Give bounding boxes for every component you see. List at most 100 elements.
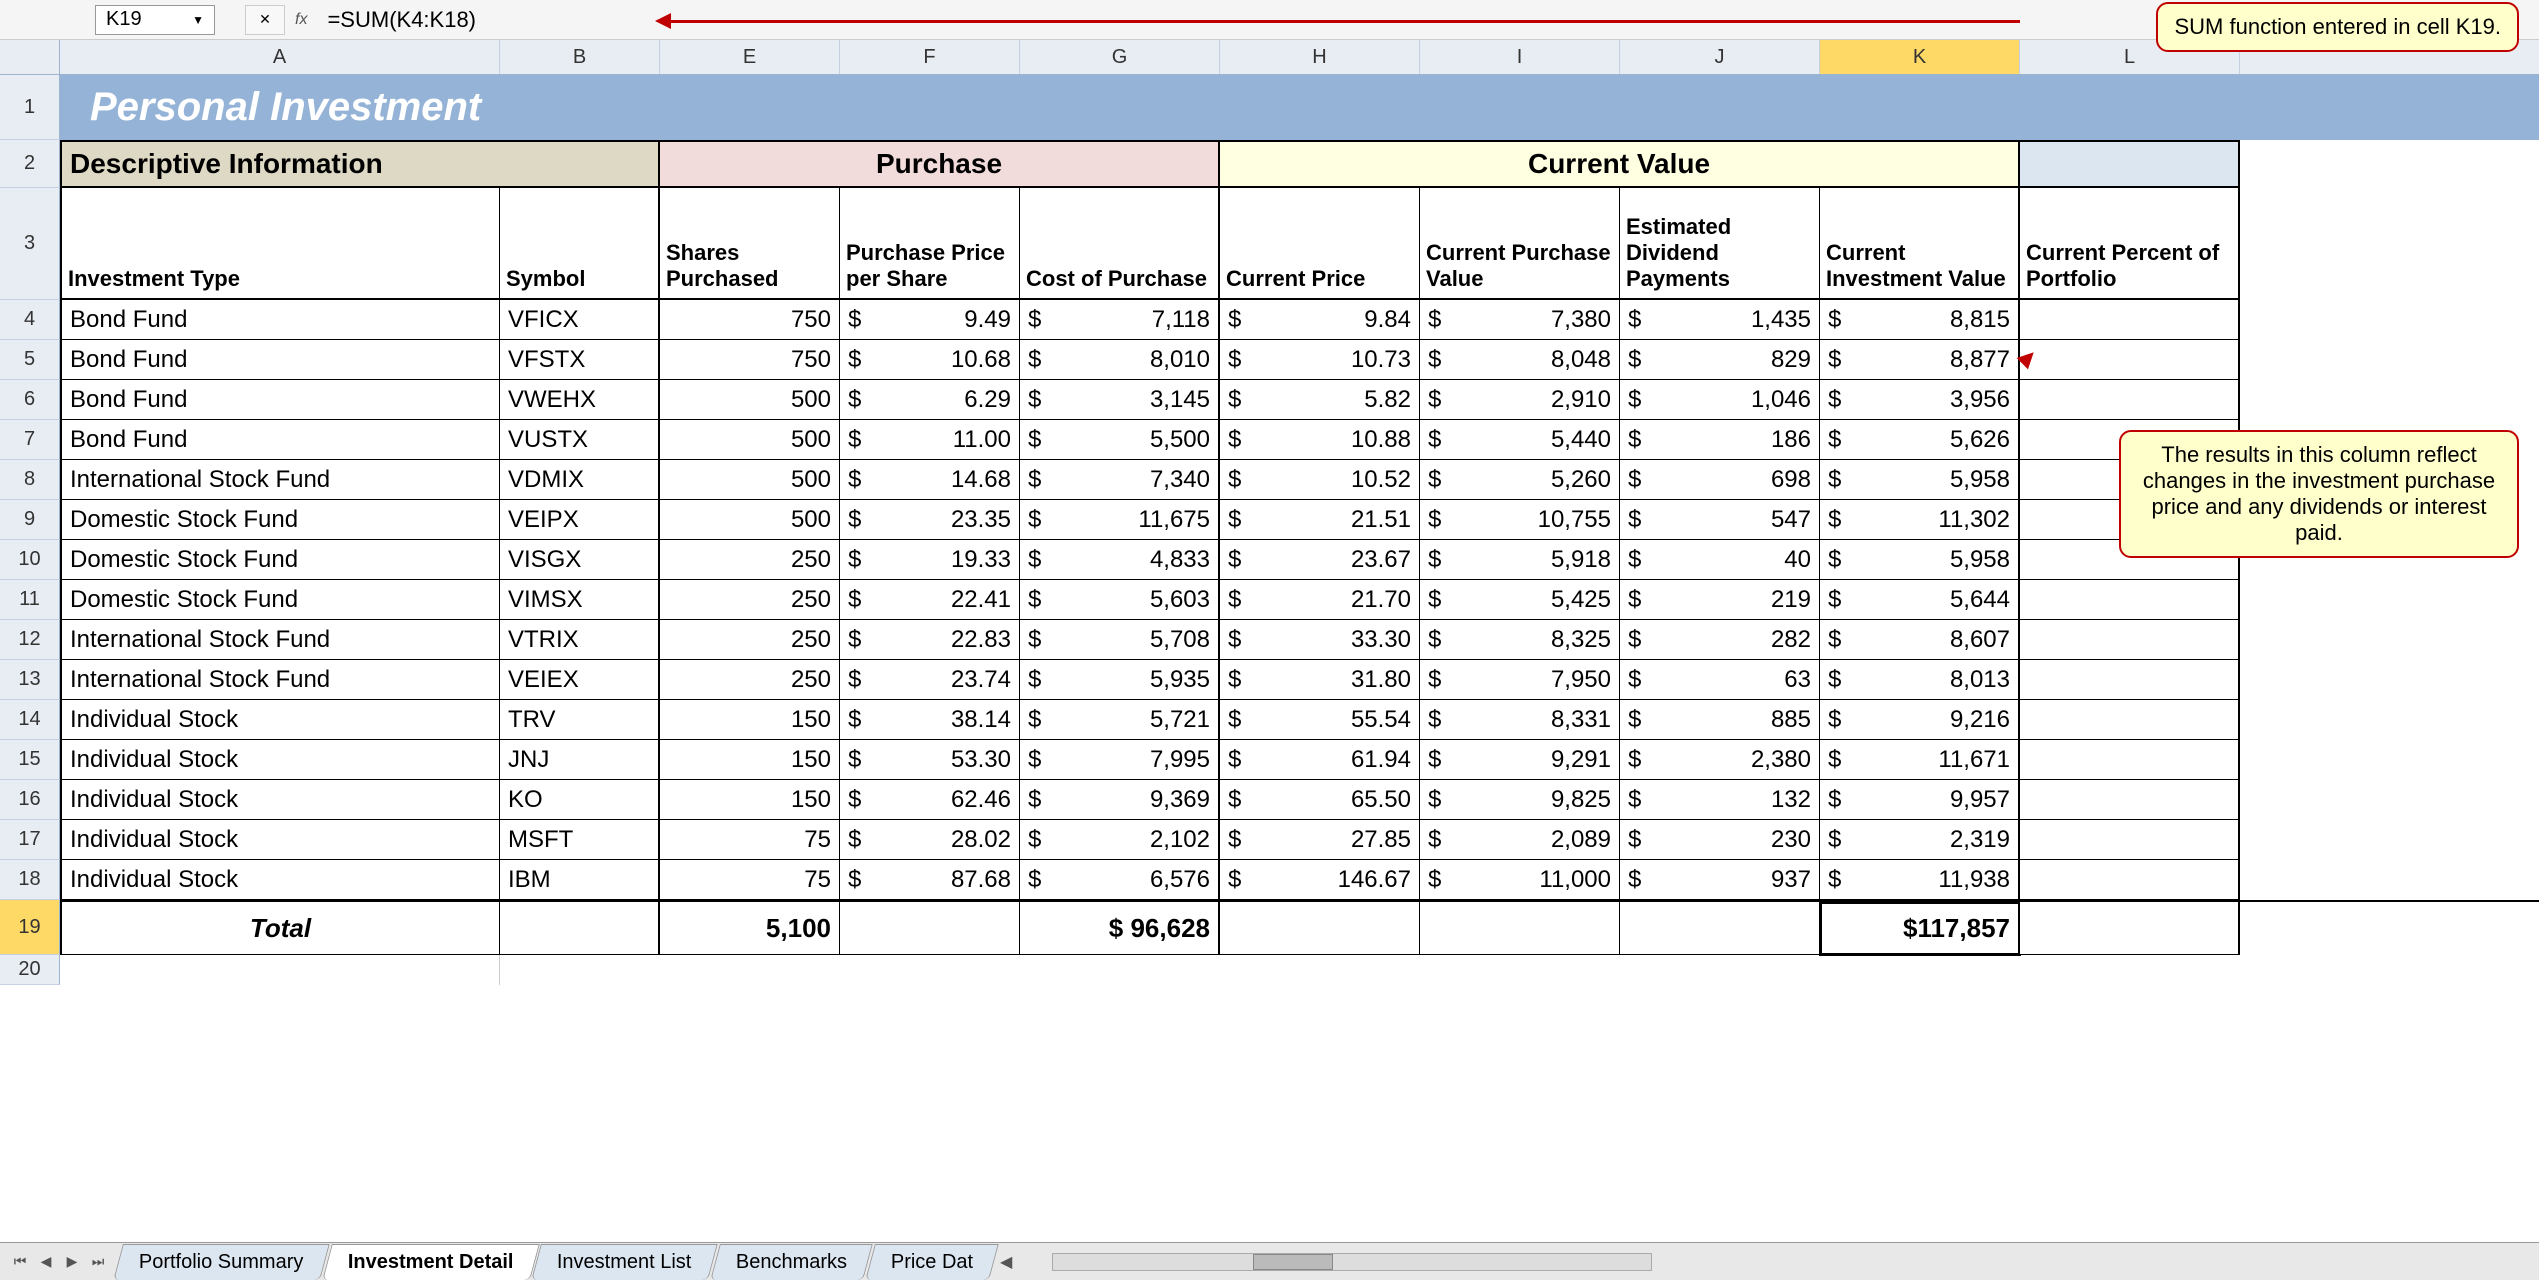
cell[interactable]: Bond Fund <box>60 340 500 380</box>
row-header-7[interactable]: 7 <box>0 420 60 460</box>
tab-scroll-icon[interactable]: ◀ <box>1000 1252 1012 1272</box>
cell[interactable]: International Stock Fund <box>60 660 500 700</box>
cell[interactable]: Bond Fund <box>60 420 500 460</box>
cell[interactable]: $23.67 <box>1220 540 1420 580</box>
cell[interactable]: 500 <box>660 500 840 540</box>
cell[interactable]: $8,010 <box>1020 340 1220 380</box>
cell[interactable]: 75 <box>660 820 840 860</box>
total-pps[interactable] <box>840 902 1020 955</box>
row-header-14[interactable]: 14 <box>0 700 60 740</box>
cell[interactable]: $5,603 <box>1020 580 1220 620</box>
row-header-10[interactable]: 10 <box>0 540 60 580</box>
cell[interactable]: 250 <box>660 620 840 660</box>
cell[interactable]: $8,815 <box>1820 300 2020 340</box>
cell[interactable]: Individual Stock <box>60 820 500 860</box>
row-header-8[interactable]: 8 <box>0 460 60 500</box>
cell[interactable]: $5,425 <box>1420 580 1620 620</box>
total-cp[interactable] <box>1220 902 1420 955</box>
cell[interactable]: $2,910 <box>1420 380 1620 420</box>
cell[interactable]: $11,000 <box>1420 860 1620 900</box>
col-header-I[interactable]: I <box>1420 40 1620 74</box>
col-header-A[interactable]: A <box>60 40 500 74</box>
cell[interactable]: $230 <box>1620 820 1820 860</box>
cell[interactable]: $5,721 <box>1020 700 1220 740</box>
cell[interactable]: TRV <box>500 700 660 740</box>
cell[interactable]: $22.83 <box>840 620 1020 660</box>
cell[interactable]: $5,626 <box>1820 420 2020 460</box>
cell[interactable]: $53.30 <box>840 740 1020 780</box>
name-box-dropdown-icon[interactable]: ▼ <box>192 13 204 27</box>
tab-nav-last-icon[interactable]: ⏭ <box>88 1252 108 1272</box>
cell[interactable]: $4,833 <box>1020 540 1220 580</box>
cell[interactable]: $11,302 <box>1820 500 2020 540</box>
cell[interactable]: 750 <box>660 300 840 340</box>
cell[interactable]: $11,671 <box>1820 740 2020 780</box>
cell[interactable]: $2,319 <box>1820 820 2020 860</box>
cell[interactable]: Individual Stock <box>60 780 500 820</box>
tab-nav-next-icon[interactable]: ▶ <box>62 1252 82 1272</box>
cell[interactable]: $8,331 <box>1420 700 1620 740</box>
cell[interactable]: VFICX <box>500 300 660 340</box>
cell[interactable]: $2,380 <box>1620 740 1820 780</box>
cell[interactable]: IBM <box>500 860 660 900</box>
cell[interactable]: $11,938 <box>1820 860 2020 900</box>
sheet-tab[interactable]: Investment List <box>531 1244 717 1280</box>
cell[interactable]: $22.41 <box>840 580 1020 620</box>
total-edp[interactable] <box>1620 902 1820 955</box>
total-symbol[interactable] <box>500 902 660 955</box>
row-header-16[interactable]: 16 <box>0 780 60 820</box>
cell[interactable]: VIMSX <box>500 580 660 620</box>
row-header-11[interactable]: 11 <box>0 580 60 620</box>
cell[interactable]: Bond Fund <box>60 300 500 340</box>
cell[interactable]: $3,145 <box>1020 380 1220 420</box>
total-label[interactable]: Total <box>60 902 500 955</box>
cell[interactable] <box>2020 620 2240 660</box>
cell[interactable]: $19.33 <box>840 540 1020 580</box>
sheet-tab[interactable]: Portfolio Summary <box>113 1244 329 1280</box>
cell[interactable]: Domestic Stock Fund <box>60 540 500 580</box>
cell[interactable]: 250 <box>660 660 840 700</box>
col-header-K[interactable]: K <box>1820 40 2020 74</box>
cell[interactable]: VWEHX <box>500 380 660 420</box>
cell[interactable]: $8,325 <box>1420 620 1620 660</box>
sheet-tab[interactable]: Benchmarks <box>710 1244 873 1280</box>
row-header-18[interactable]: 18 <box>0 860 60 900</box>
cell[interactable]: $2,102 <box>1020 820 1220 860</box>
cell[interactable]: VISGX <box>500 540 660 580</box>
cell[interactable]: $5,644 <box>1820 580 2020 620</box>
cell[interactable]: $10.73 <box>1220 340 1420 380</box>
cell[interactable]: $10.52 <box>1220 460 1420 500</box>
cell[interactable]: Individual Stock <box>60 860 500 900</box>
cell[interactable]: 500 <box>660 420 840 460</box>
cell[interactable]: VDMIX <box>500 460 660 500</box>
cell[interactable]: $7,995 <box>1020 740 1220 780</box>
cell[interactable]: 250 <box>660 540 840 580</box>
sheet-tab[interactable]: Price Dat <box>865 1244 999 1280</box>
tab-nav-first-icon[interactable]: ⏮ <box>10 1252 30 1272</box>
cell[interactable]: $8,877 <box>1820 340 2020 380</box>
cell[interactable]: $28.02 <box>840 820 1020 860</box>
cell[interactable]: $3,956 <box>1820 380 2020 420</box>
cell[interactable]: $11,675 <box>1020 500 1220 540</box>
cell[interactable]: $7,118 <box>1020 300 1220 340</box>
sheet-tab[interactable]: Investment Detail <box>322 1244 539 1280</box>
row-header-6[interactable]: 6 <box>0 380 60 420</box>
cell[interactable]: $132 <box>1620 780 1820 820</box>
cell[interactable]: $5,958 <box>1820 540 2020 580</box>
cell[interactable]: $282 <box>1620 620 1820 660</box>
cell[interactable]: $33.30 <box>1220 620 1420 660</box>
cell[interactable]: $9,291 <box>1420 740 1620 780</box>
cell[interactable]: $10.68 <box>840 340 1020 380</box>
row-header-4[interactable]: 4 <box>0 300 60 340</box>
cell[interactable]: $1,046 <box>1620 380 1820 420</box>
row-header-12[interactable]: 12 <box>0 620 60 660</box>
cell[interactable]: $31.80 <box>1220 660 1420 700</box>
cell[interactable]: $40 <box>1620 540 1820 580</box>
cell[interactable]: $7,380 <box>1420 300 1620 340</box>
cell[interactable]: VFSTX <box>500 340 660 380</box>
cell[interactable] <box>2020 740 2240 780</box>
cell[interactable]: $5,260 <box>1420 460 1620 500</box>
row-header-3[interactable]: 3 <box>0 188 60 300</box>
cell[interactable]: $5.82 <box>1220 380 1420 420</box>
total-civ[interactable]: $117,857 <box>1820 902 2020 955</box>
